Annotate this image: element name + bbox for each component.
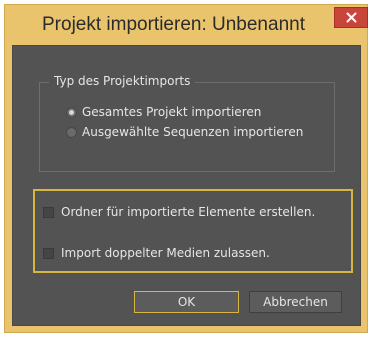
radio-selected-sequences-label: Ausgewählte Sequenzen importieren bbox=[82, 125, 304, 139]
checkbox-allow-duplicates-label: Import doppelter Medien zulassen. bbox=[61, 246, 270, 260]
dialog-title: Projekt importieren: Unbenannt bbox=[42, 14, 305, 35]
import-type-legend: Typ des Projektimports bbox=[49, 74, 196, 88]
title-bar[interactable]: Projekt importieren: Unbenannt bbox=[5, 5, 368, 45]
checkbox-create-folder-label: Ordner für importierte Elemente erstelle… bbox=[61, 205, 316, 219]
close-icon bbox=[346, 12, 357, 23]
checkbox[interactable] bbox=[43, 247, 54, 259]
cancel-button[interactable]: Abbrechen bbox=[249, 291, 342, 313]
radio-entire-project-label: Gesamtes Projekt importieren bbox=[82, 105, 262, 119]
import-type-group: Typ des Projektimports Gesamtes Projekt … bbox=[39, 74, 335, 172]
checkbox-create-folder[interactable]: Ordner für importierte Elemente erstelle… bbox=[43, 205, 315, 219]
radio-entire-project[interactable]: Gesamtes Projekt importieren bbox=[66, 105, 261, 119]
radio-button[interactable] bbox=[66, 126, 77, 138]
radio-button-selected[interactable] bbox=[66, 106, 77, 118]
close-button[interactable] bbox=[334, 7, 368, 28]
checkbox[interactable] bbox=[43, 206, 54, 218]
import-options-box: Ordner für importierte Elemente erstelle… bbox=[33, 189, 353, 273]
dialog-body: Typ des Projektimports Gesamtes Projekt … bbox=[12, 45, 361, 326]
ok-button[interactable]: OK bbox=[134, 291, 239, 313]
checkbox-allow-duplicates[interactable]: Import doppelter Medien zulassen. bbox=[43, 246, 270, 260]
radio-selected-sequences[interactable]: Ausgewählte Sequenzen importieren bbox=[66, 125, 303, 139]
import-project-dialog: Projekt importieren: Unbenannt Typ des P… bbox=[4, 4, 368, 333]
